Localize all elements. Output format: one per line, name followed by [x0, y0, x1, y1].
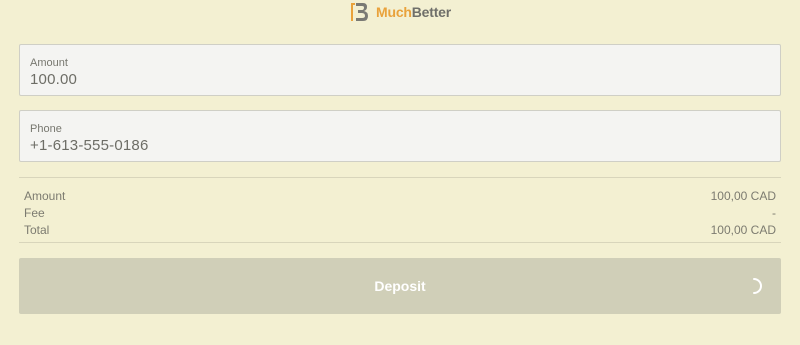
- deposit-label: Deposit: [374, 278, 426, 294]
- payment-summary: Amount 100,00 CAD Fee - Total 100,00 CAD: [24, 188, 776, 239]
- brand-name: MuchBetter: [376, 4, 451, 20]
- summary-divider-top: [19, 177, 781, 178]
- deposit-button[interactable]: Deposit: [19, 258, 781, 314]
- payment-page: MuchBetter Amount Phone Amount 100,00 CA…: [0, 0, 800, 345]
- summary-row-amount: Amount 100,00 CAD: [24, 188, 776, 205]
- phone-field[interactable]: Phone: [19, 110, 781, 162]
- summary-fee-value: -: [772, 206, 776, 220]
- phone-input[interactable]: [30, 137, 770, 154]
- brand-name-much: Much: [376, 4, 412, 20]
- amount-field[interactable]: Amount: [19, 44, 781, 96]
- summary-amount-value: 100,00 CAD: [710, 189, 776, 203]
- summary-fee-label: Fee: [24, 206, 45, 220]
- summary-row-total: Total 100,00 CAD: [24, 222, 776, 239]
- summary-total-label: Total: [24, 223, 50, 237]
- amount-label: Amount: [30, 57, 68, 69]
- summary-amount-label: Amount: [24, 189, 66, 203]
- brand-name-better: Better: [411, 4, 452, 20]
- amount-input[interactable]: [30, 71, 770, 88]
- muchbetter-logo-icon: [351, 3, 368, 21]
- summary-row-fee: Fee -: [24, 205, 776, 222]
- brand-logo: MuchBetter: [348, 0, 451, 24]
- summary-total-value: 100,00 CAD: [710, 223, 776, 237]
- summary-divider-bottom: [19, 242, 781, 243]
- phone-label: Phone: [30, 123, 62, 135]
- loading-spinner-icon: [753, 278, 762, 294]
